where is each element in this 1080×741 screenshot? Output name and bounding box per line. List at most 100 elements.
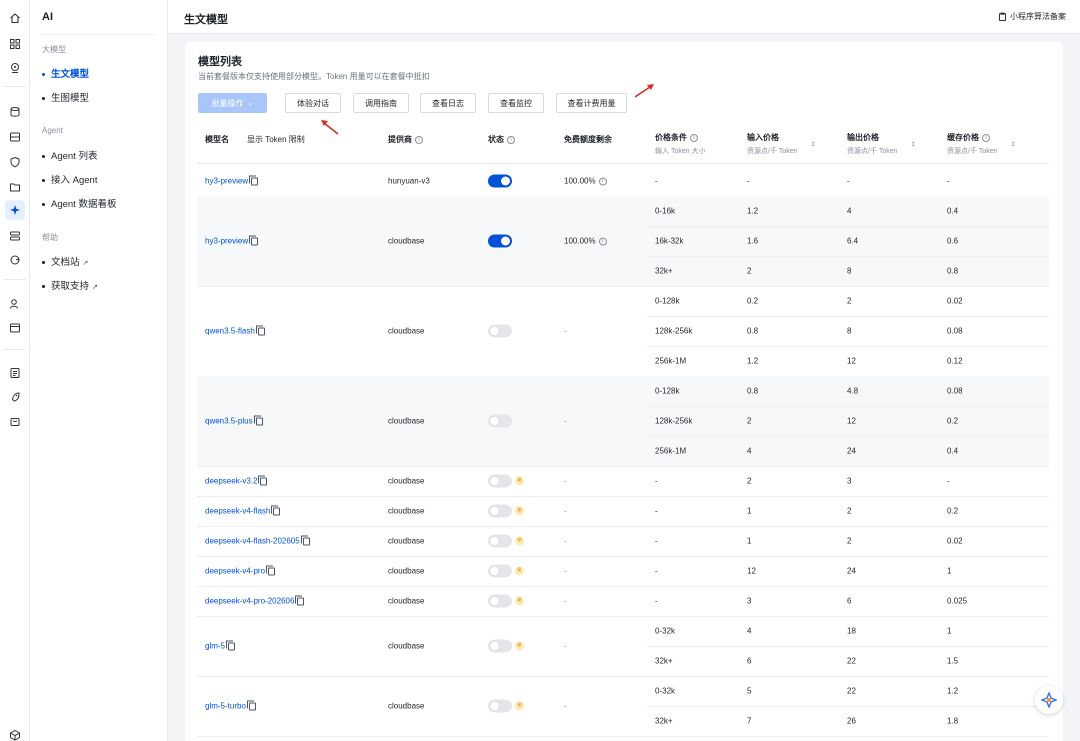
status-toggle[interactable] [488,234,512,248]
sidebar-item-text-models[interactable]: 生文模型 [42,66,89,80]
sidebar-item-support[interactable]: 获取支持 ↗ [42,278,98,292]
home-icon[interactable] [8,11,22,25]
price-condition-cell: 0-16k [655,206,676,216]
clipboard-icon [999,12,1006,21]
status-toggle[interactable] [488,534,512,548]
model-name-link[interactable]: hy3-preview [205,177,248,186]
rail-divider [4,86,26,87]
folder-cloud-icon[interactable] [8,180,22,194]
free-quota-value: - [564,596,567,606]
view-monitor-button[interactable]: 查看监控 [488,93,544,113]
sidebar-item-docs[interactable]: 文档站 ↗ [42,254,88,268]
status-toggle[interactable] [488,504,512,518]
cube-icon[interactable] [8,728,22,741]
try-chat-button[interactable]: 体验对话 [285,93,341,113]
grid-icon[interactable] [8,37,22,51]
cache-price-cell: 0.08 [947,386,963,396]
row-divider [197,556,1049,557]
copy-icon[interactable] [226,640,236,651]
document-list-icon[interactable] [8,366,22,380]
gateway-icon[interactable] [8,229,22,243]
card-title: 模型列表 [198,56,242,68]
free-quota-cell: - [564,642,567,651]
ai-sparkle-icon[interactable] [5,200,25,220]
assistant-float-button[interactable] [1035,686,1063,714]
table-row-model: deepseek-v4-flash-202605 [205,535,310,546]
price-condition-cell: 0-128k [655,386,680,396]
copy-icon[interactable] [258,475,268,486]
input-price-cell: 0.2 [747,296,759,306]
shield-icon[interactable] [8,155,22,169]
copy-icon[interactable] [253,415,263,426]
table-row-model: deepseek-v4-pro-202606 [205,595,305,606]
row-highlight [197,196,1049,286]
copy-icon[interactable] [249,235,259,246]
info-icon[interactable]: i [415,135,423,144]
user-settings-icon[interactable] [8,297,22,311]
algorithm-filing-link[interactable]: 小程序算法备案 [998,11,1066,22]
cache-price-cell: - [947,476,950,486]
sidebar-item-agent-list[interactable]: Agent 列表 [42,148,97,162]
info-icon[interactable]: i [507,135,515,144]
model-name-link[interactable]: deepseek-v3.2 [205,477,257,486]
sidebar-item-image-models[interactable]: 生图模型 [42,90,89,104]
copy-icon[interactable] [246,700,256,711]
price-condition-cell: 256k-1M [655,356,687,366]
model-name-link[interactable]: deepseek-v4-pro [205,567,265,576]
premium-crown-icon: ♛ [515,506,524,516]
copy-icon[interactable] [295,595,305,606]
status-toggle[interactable] [488,594,512,608]
price-condition-cell: - [655,566,658,576]
copy-icon[interactable] [300,535,310,546]
free-quota-value: - [564,536,567,546]
info-icon[interactable]: i [598,177,607,186]
status-toggle[interactable] [488,699,512,713]
window-icon[interactable] [8,321,22,335]
premium-crown-icon: ♛ [515,536,524,546]
storage-icon[interactable] [8,130,22,144]
refresh-link-icon[interactable] [8,253,22,267]
info-icon[interactable]: i [690,133,698,142]
bag-icon[interactable] [8,414,22,428]
info-icon[interactable]: i [982,133,990,142]
copy-icon[interactable] [271,505,281,516]
status-toggle[interactable] [488,564,512,578]
price-condition-cell: 32k+ [655,266,673,276]
cache-price-cell: 1 [947,626,952,636]
status-toggle[interactable] [488,639,512,653]
model-name-link[interactable]: hy3-preview [205,237,248,246]
view-billing-usage-button[interactable]: 查看计费用量 [556,93,627,113]
cache-price-cell: 0.02 [947,296,963,306]
batch-actions-dropdown[interactable]: 批量操作 ⌄ [198,93,267,113]
copy-icon[interactable] [249,175,259,186]
model-name-link[interactable]: deepseek-v4-flash [205,507,270,516]
sort-icon[interactable]: ↕ [811,139,815,148]
status-toggle[interactable] [488,474,512,488]
model-name-link[interactable]: qwen3.5-plus [205,417,253,426]
output-price-cell: 8 [847,266,852,276]
location-pin-icon[interactable] [8,61,22,75]
info-icon[interactable]: i [598,237,607,246]
input-price-cell: 6 [747,656,752,666]
rocket-icon[interactable] [8,390,22,404]
copy-icon[interactable] [255,325,265,336]
rail-divider [4,279,26,280]
model-name-link[interactable]: qwen3.5-flash [205,327,255,336]
output-price-cell: 4 [847,206,852,216]
model-name-link[interactable]: glm-5 [205,642,225,651]
sort-icon[interactable]: ↕ [1011,139,1015,148]
status-toggle[interactable] [488,174,512,188]
api-guide-button[interactable]: 调用指南 [353,93,409,113]
model-name-link[interactable]: deepseek-v4-flash-202605 [205,537,300,546]
model-name-link[interactable]: deepseek-v4-pro-202606 [205,597,294,606]
model-name-link[interactable]: glm-5-turbo [205,702,246,711]
copy-icon[interactable] [266,565,276,576]
sidebar-item-agent-dashboard[interactable]: Agent 数据看板 [42,196,116,210]
database-icon[interactable] [8,105,22,119]
view-logs-button[interactable]: 查看日志 [420,93,476,113]
token-limit-toggle-label[interactable]: 显示 Token 限制 [247,134,305,145]
status-toggle[interactable] [488,414,512,428]
sort-icon[interactable]: ↕ [911,139,915,148]
status-toggle[interactable] [488,324,512,338]
sidebar-item-connect-agent[interactable]: 接入 Agent [42,172,97,186]
